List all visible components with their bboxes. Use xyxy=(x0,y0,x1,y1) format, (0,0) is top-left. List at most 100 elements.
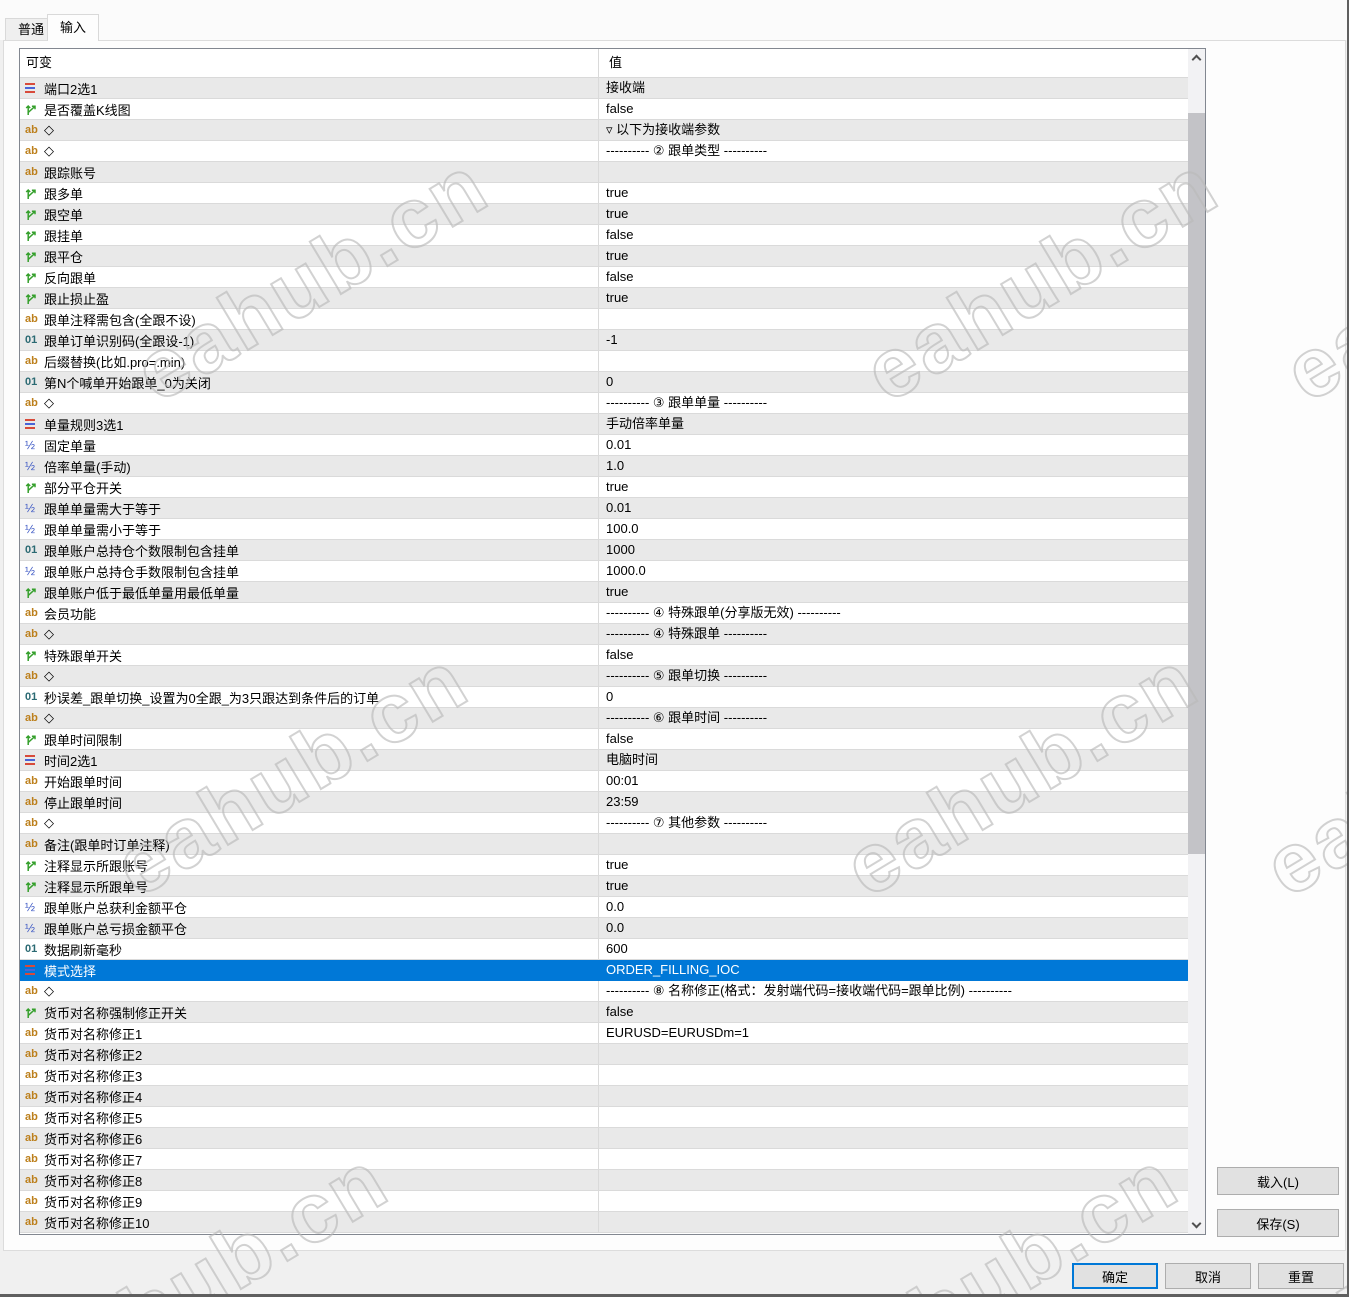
parameter-value[interactable]: true xyxy=(599,246,1188,266)
column-header-variable[interactable]: 可变 xyxy=(20,49,599,77)
parameter-value[interactable]: false xyxy=(599,267,1188,287)
parameter-row[interactable]: ½ 跟单账户总亏损金额平仓 0.0 xyxy=(20,918,1188,939)
parameter-value[interactable]: false xyxy=(599,1002,1188,1022)
parameter-row[interactable]: 货币对名称强制修正开关 false xyxy=(20,1002,1188,1023)
parameter-row[interactable]: 反向跟单 false xyxy=(20,267,1188,288)
parameter-value[interactable]: -1 xyxy=(599,330,1188,350)
parameter-value[interactable] xyxy=(599,351,1188,371)
parameter-row[interactable]: ½ 跟单账户总持仓手数限制包含挂单 1000.0 xyxy=(20,561,1188,582)
parameter-value[interactable] xyxy=(599,834,1188,854)
parameter-value[interactable]: 1000.0 xyxy=(599,561,1188,581)
parameter-value[interactable]: ORDER_FILLING_IOC xyxy=(599,960,1188,980)
ok-button[interactable]: 确定 xyxy=(1072,1263,1158,1289)
parameter-value[interactable]: true xyxy=(599,183,1188,203)
parameter-value[interactable]: 0 xyxy=(599,687,1188,707)
parameter-value[interactable]: EURUSD=EURUSDm=1 xyxy=(599,1023,1188,1043)
parameter-row[interactable]: 端口2选1 接收端 xyxy=(20,78,1188,99)
parameter-value[interactable] xyxy=(599,162,1188,182)
parameter-row[interactable]: 跟空单 true xyxy=(20,204,1188,225)
parameter-value[interactable]: 0.01 xyxy=(599,435,1188,455)
column-header-value[interactable]: 值 xyxy=(599,49,1188,77)
parameter-row[interactable]: ab 货币对名称修正3 xyxy=(20,1065,1188,1086)
parameter-value[interactable]: true xyxy=(599,855,1188,875)
parameter-row[interactable]: 跟单账户低于最低单量用最低单量 true xyxy=(20,582,1188,603)
parameter-value[interactable]: 1000 xyxy=(599,540,1188,560)
parameter-value[interactable]: false xyxy=(599,225,1188,245)
parameter-row[interactable]: ab 开始跟单时间 00:01 xyxy=(20,771,1188,792)
parameter-row[interactable]: ab 货币对名称修正10 xyxy=(20,1212,1188,1233)
parameter-row[interactable]: ½ 倍率单量(手动) 1.0 xyxy=(20,456,1188,477)
parameter-row[interactable]: 跟挂单 false xyxy=(20,225,1188,246)
parameter-row[interactable]: ab 后缀替换(比如.pro=.min) xyxy=(20,351,1188,372)
parameter-value[interactable] xyxy=(599,1044,1188,1064)
parameter-value[interactable]: true xyxy=(599,876,1188,896)
parameter-row[interactable]: ab 货币对名称修正1 EURUSD=EURUSDm=1 xyxy=(20,1023,1188,1044)
parameter-value[interactable]: true xyxy=(599,582,1188,602)
parameter-row[interactable]: 部分平仓开关 true xyxy=(20,477,1188,498)
scroll-up-button[interactable] xyxy=(1188,49,1205,66)
parameter-value[interactable] xyxy=(599,1065,1188,1085)
parameter-row[interactable]: 注释显示所跟单号 true xyxy=(20,876,1188,897)
scroll-down-button[interactable] xyxy=(1188,1217,1205,1234)
parameter-row[interactable]: 01 数据刷新毫秒 600 xyxy=(20,939,1188,960)
parameter-row[interactable]: ab ◇ ---------- ⑦ 其他参数 ---------- xyxy=(20,813,1188,834)
parameter-value[interactable] xyxy=(599,1170,1188,1190)
parameter-row[interactable]: ab ◇ ---------- ③ 跟单单量 ---------- xyxy=(20,393,1188,414)
parameter-row[interactable]: 01 跟单账户总持仓个数限制包含挂单 1000 xyxy=(20,540,1188,561)
parameter-row[interactable]: ½ 跟单单量需大于等于 0.01 xyxy=(20,498,1188,519)
scrollbar-thumb[interactable] xyxy=(1188,113,1205,854)
parameter-row[interactable]: 跟单时间限制 false xyxy=(20,729,1188,750)
parameter-row[interactable]: 时间2选1 电脑时间 xyxy=(20,750,1188,771)
parameter-value[interactable]: ---------- ⑧ 名称修正(格式：发射端代码=接收端代码=跟单比例) -… xyxy=(599,981,1188,1001)
parameter-value[interactable]: false xyxy=(599,729,1188,749)
parameter-row[interactable]: ab 货币对名称修正7 xyxy=(20,1149,1188,1170)
parameter-row[interactable]: ab ◇ ---------- ⑤ 跟单切换 ---------- xyxy=(20,666,1188,687)
parameter-value[interactable]: ---------- ② 跟单类型 ---------- xyxy=(599,141,1188,161)
parameter-row[interactable]: ab ◇ ---------- ⑥ 跟单时间 ---------- xyxy=(20,708,1188,729)
parameter-value[interactable]: ---------- ④ 特殊跟单 ---------- xyxy=(599,624,1188,644)
parameter-value[interactable]: 00:01 xyxy=(599,771,1188,791)
parameter-value[interactable] xyxy=(599,1107,1188,1127)
parameter-row-selected[interactable]: 模式选择 ORDER_FILLING_IOC xyxy=(20,960,1188,981)
parameter-row[interactable]: 跟止损止盈 true xyxy=(20,288,1188,309)
parameter-row[interactable]: ab 货币对名称修正5 xyxy=(20,1107,1188,1128)
parameter-row[interactable]: ab 会员功能 ---------- ④ 特殊跟单(分享版无效) -------… xyxy=(20,603,1188,624)
parameter-row[interactable]: 01 跟单订单识别码(全跟设-1) -1 xyxy=(20,330,1188,351)
parameter-value[interactable]: 0 xyxy=(599,372,1188,392)
parameter-row[interactable]: 单量规则3选1 手动倍率单量 xyxy=(20,414,1188,435)
parameter-value[interactable]: 1.0 xyxy=(599,456,1188,476)
parameter-row[interactable]: ab 货币对名称修正8 xyxy=(20,1170,1188,1191)
parameter-row[interactable]: ½ 跟单单量需小于等于 100.0 xyxy=(20,519,1188,540)
parameter-value[interactable]: 600 xyxy=(599,939,1188,959)
parameter-value[interactable]: ---------- ④ 特殊跟单(分享版无效) ---------- xyxy=(599,603,1188,623)
parameter-row[interactable]: ab ◇ ---------- ④ 特殊跟单 ---------- xyxy=(20,624,1188,645)
save-button[interactable]: 保存(S) xyxy=(1217,1209,1339,1237)
parameter-value[interactable]: ---------- ③ 跟单单量 ---------- xyxy=(599,393,1188,413)
parameter-row[interactable]: ab 跟踪账号 xyxy=(20,162,1188,183)
parameter-value[interactable]: false xyxy=(599,645,1188,665)
parameter-value[interactable]: 0.0 xyxy=(599,897,1188,917)
parameter-row[interactable]: 跟平仓 true xyxy=(20,246,1188,267)
reset-button[interactable]: 重置 xyxy=(1258,1263,1344,1289)
parameter-row[interactable]: ab ◇ ---------- ② 跟单类型 ---------- xyxy=(20,141,1188,162)
parameter-row[interactable]: 注释显示所跟账号 true xyxy=(20,855,1188,876)
parameter-value[interactable]: 0.0 xyxy=(599,918,1188,938)
parameter-row[interactable]: 跟多单 true xyxy=(20,183,1188,204)
parameter-row[interactable]: ab 货币对名称修正6 xyxy=(20,1128,1188,1149)
parameter-value[interactable]: ---------- ⑤ 跟单切换 ---------- xyxy=(599,666,1188,686)
parameter-value[interactable] xyxy=(599,1128,1188,1148)
parameter-row[interactable]: ab ◇ ---------- ⑧ 名称修正(格式：发射端代码=接收端代码=跟单… xyxy=(20,981,1188,1002)
parameter-row[interactable]: ab ◇ ▿ 以下为接收端参数 xyxy=(20,120,1188,141)
parameter-value[interactable]: true xyxy=(599,477,1188,497)
parameter-row[interactable]: ½ 跟单账户总获利金额平仓 0.0 xyxy=(20,897,1188,918)
parameter-row[interactable]: ½ 固定单量 0.01 xyxy=(20,435,1188,456)
load-button[interactable]: 载入(L) xyxy=(1217,1167,1339,1195)
parameter-row[interactable]: 01 第N个喊单开始跟单_0为关闭 0 xyxy=(20,372,1188,393)
parameter-value[interactable]: 23:59 xyxy=(599,792,1188,812)
parameter-row[interactable]: 01 秒误差_跟单切换_设置为0全跟_为3只跟达到条件后的订单 0 xyxy=(20,687,1188,708)
parameter-value[interactable] xyxy=(599,1086,1188,1106)
parameter-value[interactable]: 0.01 xyxy=(599,498,1188,518)
parameter-row[interactable]: ab 货币对名称修正9 xyxy=(20,1191,1188,1212)
parameter-row[interactable]: ab 货币对名称修正2 xyxy=(20,1044,1188,1065)
parameter-row[interactable]: 特殊跟单开关 false xyxy=(20,645,1188,666)
